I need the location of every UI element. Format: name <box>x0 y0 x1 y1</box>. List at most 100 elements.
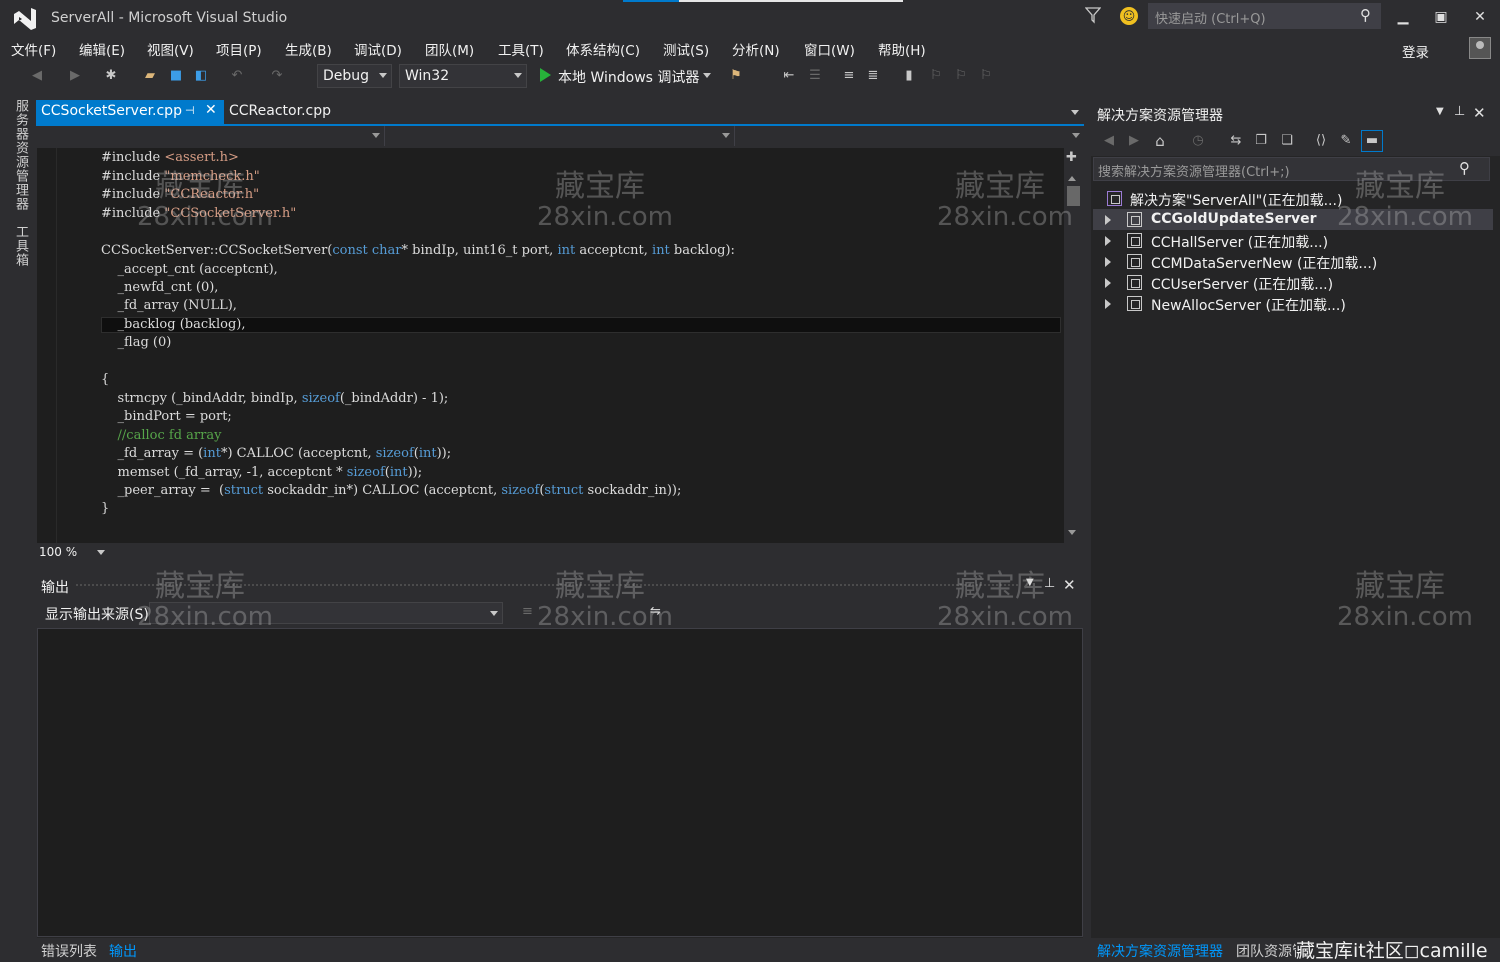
zoom-select[interactable]: 100 % <box>37 545 109 562</box>
platform-select[interactable]: Win32 <box>399 64 527 88</box>
editor-scrollbar[interactable] <box>1064 148 1083 543</box>
tab-overflow-chevron-icon[interactable] <box>1071 110 1079 115</box>
server-explorer-tab[interactable]: 服务器资源管理器 <box>11 99 30 211</box>
toolbox-tab[interactable]: 工具箱 <box>11 225 30 267</box>
menu-architecture[interactable]: 体系结构(C) <box>566 39 640 59</box>
minimize-button[interactable]: ▁ <box>1385 4 1421 30</box>
menu-analyze[interactable]: 分析(N) <box>732 39 780 59</box>
navigate-forward-icon[interactable]: ▶ <box>66 67 84 85</box>
close-icon[interactable]: ✕ <box>205 102 217 118</box>
maximize-button[interactable]: ▣ <box>1423 4 1459 30</box>
left-tool-strip: 服务器资源管理器 工具箱 <box>0 95 36 962</box>
tree-item-project[interactable]: CCGoldUpdateServer <box>1093 209 1493 230</box>
chevron-down-icon[interactable] <box>703 73 711 78</box>
save-all-icon[interactable]: ◧ <box>192 67 210 85</box>
word-wrap-icon[interactable]: ⇋ <box>650 604 661 619</box>
panel-grip[interactable] <box>75 583 1020 588</box>
avatar[interactable] <box>1469 37 1491 59</box>
step-icon[interactable]: ⇤ <box>780 67 798 85</box>
previous-bookmark-icon[interactable]: ⚐ <box>927 67 945 85</box>
properties-wrench-icon[interactable]: ✎ <box>1337 132 1355 150</box>
output-title: 输出 <box>41 580 69 596</box>
scope-nav-dropdown[interactable] <box>387 126 735 146</box>
expand-arrow-icon[interactable] <box>1105 278 1111 288</box>
bookmark-icon[interactable]: ▮ <box>900 67 918 85</box>
save-icon[interactable]: ■ <box>167 67 185 85</box>
notification-filter-icon[interactable] <box>1085 6 1101 24</box>
find-in-files-icon[interactable]: ⚑ <box>727 67 745 85</box>
search-icon[interactable]: ⚲ <box>1360 6 1371 24</box>
tree-item-project[interactable]: NewAllocServer (正在加载...) <box>1093 293 1493 314</box>
scroll-up-icon[interactable] <box>1068 176 1076 181</box>
menu-edit[interactable]: 编辑(E) <box>79 39 125 59</box>
menu-window[interactable]: 窗口(W) <box>804 39 855 59</box>
expand-arrow-icon[interactable] <box>1105 257 1111 267</box>
tree-item-project[interactable]: CCHallServer (正在加载...) <box>1093 230 1493 251</box>
sync-icon[interactable]: ⇆ <box>1227 132 1245 150</box>
start-debugging-button[interactable]: 本地 Windows 调试器 <box>558 67 699 87</box>
show-all-files-icon[interactable]: ❏ <box>1278 132 1296 150</box>
menu-file[interactable]: 文件(F) <box>11 39 56 59</box>
new-project-icon[interactable]: ✱ <box>102 67 120 85</box>
preview-selected-icon[interactable]: ▬ <box>1361 130 1383 152</box>
pin-icon[interactable]: ⊥ <box>1044 576 1055 591</box>
pin-icon[interactable]: ⊣ <box>185 104 195 117</box>
output-source-select[interactable] <box>149 602 503 624</box>
view-code-icon[interactable]: ⟨⟩ <box>1312 132 1330 150</box>
back-icon[interactable]: ◀ <box>1100 132 1118 150</box>
panel-menu-chevron-icon[interactable]: ▼ <box>1026 577 1034 588</box>
expand-arrow-icon[interactable] <box>1105 236 1111 246</box>
scroll-down-icon[interactable] <box>1068 530 1076 535</box>
menu-build[interactable]: 生成(B) <box>285 39 332 59</box>
close-icon[interactable]: ✕ <box>1063 576 1076 594</box>
configuration-select[interactable]: Debug <box>317 64 392 88</box>
home-icon[interactable]: ⌂ <box>1151 132 1169 150</box>
tab-ccreactor[interactable]: CCReactor.cpp <box>229 103 331 119</box>
tab-error-list[interactable]: 错误列表 <box>41 941 97 961</box>
clear-bookmarks-icon[interactable]: ⚐ <box>977 67 995 85</box>
menu-debug[interactable]: 调试(D) <box>354 39 402 59</box>
scrollbar-thumb[interactable] <box>1067 186 1080 206</box>
redo-icon[interactable]: ↷ <box>268 67 286 85</box>
indent-icon[interactable]: ≣ <box>864 67 882 85</box>
menu-help[interactable]: 帮助(H) <box>878 39 926 59</box>
pin-icon[interactable]: ⊥ <box>1454 104 1465 119</box>
feedback-smile-icon[interactable]: ☺ <box>1120 7 1138 25</box>
solution-search-input[interactable]: 搜索解决方案资源管理器(Ctrl+;) <box>1093 157 1490 181</box>
expand-arrow-icon[interactable] <box>1105 299 1111 309</box>
expand-arrow-icon[interactable] <box>1105 215 1111 225</box>
navigate-back-icon[interactable]: ◀ <box>28 67 46 85</box>
close-icon[interactable]: ✕ <box>1473 104 1486 122</box>
menu-project[interactable]: 项目(P) <box>216 39 262 59</box>
member-nav-dropdown[interactable] <box>737 126 1084 146</box>
split-window-icon[interactable]: ✚ <box>1066 150 1077 165</box>
menu-test[interactable]: 测试(S) <box>663 39 709 59</box>
menu-team[interactable]: 团队(M) <box>425 39 474 59</box>
tree-item-project[interactable]: CCUserServer (正在加载...) <box>1093 272 1493 293</box>
tab-solution-explorer[interactable]: 解决方案资源管理器 <box>1097 941 1223 961</box>
open-file-icon[interactable]: ▰ <box>141 67 159 85</box>
comment-out-icon[interactable]: ☰ <box>806 67 824 85</box>
pending-changes-icon[interactable]: ◷ <box>1189 132 1207 150</box>
search-icon[interactable]: ⚲ <box>1459 159 1470 177</box>
outdent-icon[interactable]: ≡ <box>840 67 858 85</box>
tab-output[interactable]: 输出 <box>109 941 137 961</box>
collapse-all-icon[interactable]: ❐ <box>1252 132 1270 150</box>
menu-view[interactable]: 视图(V) <box>147 39 194 59</box>
undo-icon[interactable]: ↶ <box>228 67 246 85</box>
sign-in-link[interactable]: 登录 <box>1402 41 1429 61</box>
project-nav-dropdown[interactable] <box>37 126 385 146</box>
next-bookmark-icon[interactable]: ⚐ <box>952 67 970 85</box>
tree-item-solution[interactable]: 解决方案"ServerAll"(正在加载...) <box>1093 188 1493 209</box>
quick-launch-input[interactable]: 快速启动 (Ctrl+Q) <box>1148 3 1381 29</box>
forward-icon[interactable]: ▶ <box>1125 132 1143 150</box>
menu-tools[interactable]: 工具(T) <box>498 39 544 59</box>
bottom-tab-bar <box>37 938 1083 962</box>
start-debugging-icon[interactable] <box>540 68 551 82</box>
find-message-icon[interactable]: ≡ <box>522 604 533 619</box>
close-window-button[interactable]: ✕ <box>1462 4 1498 30</box>
panel-menu-chevron-icon[interactable]: ▼ <box>1436 106 1444 117</box>
tree-item-project[interactable]: CCMDataServerNew (正在加载...) <box>1093 251 1493 272</box>
tab-team-explorer[interactable]: 团队资源管理器 <box>1236 941 1296 961</box>
output-text-area[interactable] <box>37 628 1083 937</box>
